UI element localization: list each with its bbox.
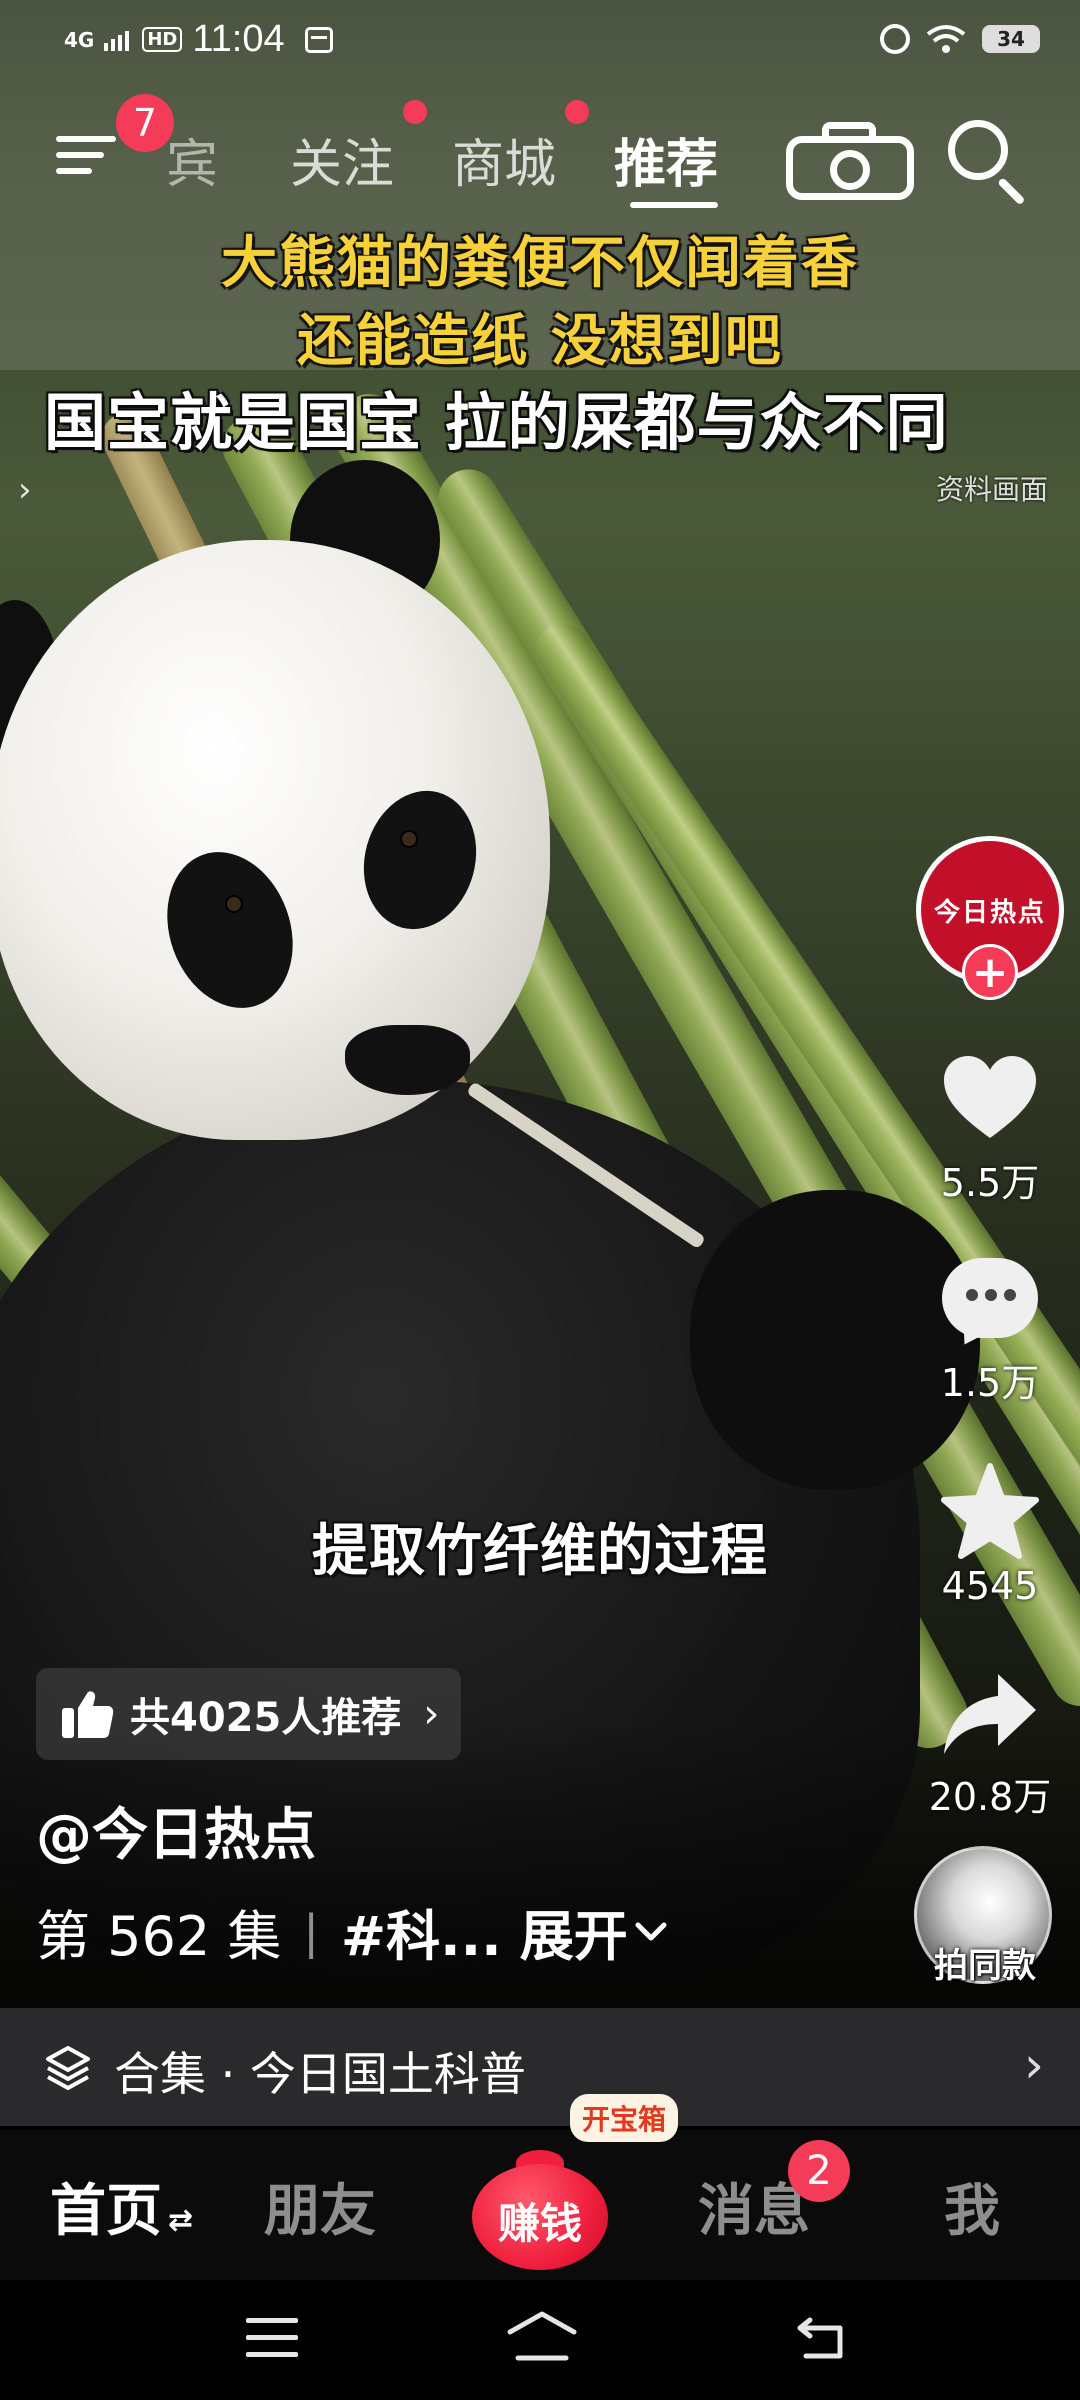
tab-partial[interactable]: 宾 xyxy=(166,122,218,197)
tab-home[interactable]: 首页 ⇄ xyxy=(50,2166,193,2247)
clock: 11:04 xyxy=(192,18,285,60)
tab-recommend[interactable]: 推荐 xyxy=(614,122,718,197)
share-count: 20.8万 xyxy=(928,1775,1052,1819)
tab-home-label: 首页 xyxy=(50,2179,162,2244)
system-navigation-bar xyxy=(0,2280,1080,2400)
camera-button[interactable] xyxy=(786,122,914,200)
favorite-count: 4545 xyxy=(941,1564,1039,1608)
panda-eye xyxy=(225,895,243,913)
chevron-down-icon[interactable] xyxy=(634,1921,668,1943)
menu-icon-line xyxy=(56,152,104,158)
active-tab-indicator xyxy=(630,202,718,208)
recommend-pill[interactable]: 共4025人推荐 › xyxy=(36,1668,462,1760)
heart-icon xyxy=(944,1056,1036,1138)
caption-line-2: 还能造纸 没想到吧 xyxy=(297,309,783,374)
comment-button[interactable]: 1.5万 xyxy=(900,1258,1080,1407)
back-icon[interactable] xyxy=(796,2314,852,2360)
top-navigation: 7 宾 关注 商城 推荐 xyxy=(0,94,1080,220)
author-name[interactable]: @今日热点 xyxy=(36,1790,316,1871)
recent-apps-icon-line xyxy=(246,2352,298,2357)
share-button[interactable]: 20.8万 xyxy=(900,1664,1080,1821)
avatar-text: 今日热点 xyxy=(933,897,1046,928)
recent-apps-icon xyxy=(246,2318,298,2323)
follow-button[interactable]: + xyxy=(962,944,1018,1000)
side-chevron-icon[interactable]: › xyxy=(18,470,32,510)
earn-label: 赚钱 xyxy=(497,2199,582,2248)
signal-icon xyxy=(104,30,130,51)
recent-apps-icon-line xyxy=(246,2335,298,2340)
panda-nose xyxy=(345,1025,470,1095)
messages-badge: 2 xyxy=(788,2140,850,2202)
menu-icon-line xyxy=(56,168,92,174)
comment-count: 1.5万 xyxy=(940,1361,1040,1405)
video-headline: 国宝就是国宝 拉的屎都与众不同 xyxy=(44,386,949,459)
collection-bar[interactable]: 合集 · 今日国土科普 › xyxy=(0,2008,1080,2126)
bottom-tab-bar: 首页 ⇄ 朋友 赚钱 开宝箱 消息 2 我 xyxy=(0,2094,1080,2280)
episode-number: 第 562 集 xyxy=(36,1905,282,1968)
menu-button[interactable] xyxy=(56,126,120,182)
caption-line-1: 大熊猫的粪便不仅闻着香 xyxy=(221,231,859,296)
status-bar: 4G HD 11:04 34 xyxy=(0,0,1080,88)
video-watermark: 资料画面 xyxy=(935,473,1048,506)
mall-dot-badge xyxy=(565,100,589,124)
hashtag[interactable]: #科... xyxy=(341,1892,502,1971)
battery-indicator: 34 xyxy=(982,25,1040,53)
comment-icon xyxy=(942,1258,1038,1352)
earn-button[interactable]: 赚钱 xyxy=(472,2150,608,2270)
hd-badge: HD xyxy=(142,27,183,52)
panda-eye xyxy=(400,830,418,848)
chevron-right-icon: › xyxy=(1024,2036,1044,2094)
recommend-text: 共4025人推荐 xyxy=(130,1695,402,1741)
expand-button[interactable]: 展开 xyxy=(520,1892,628,1971)
divider: | xyxy=(303,1904,319,1959)
favorite-button[interactable]: 4545 xyxy=(900,1462,1080,1608)
alarm-icon xyxy=(880,24,910,54)
tab-following[interactable]: 关注 xyxy=(290,122,394,197)
share-icon xyxy=(944,1674,1036,1754)
tab-friends[interactable]: 朋友 xyxy=(264,2166,376,2247)
menu-icon xyxy=(56,136,116,142)
home-icon[interactable] xyxy=(506,2310,578,2362)
star-icon xyxy=(941,1463,1039,1559)
following-dot-badge xyxy=(403,100,427,124)
camera-icon-lens xyxy=(830,150,870,190)
treasure-chest-bubble[interactable]: 开宝箱 xyxy=(570,2094,679,2142)
switch-icon: ⇄ xyxy=(168,2203,194,2238)
wifi-icon xyxy=(926,25,966,53)
search-button[interactable] xyxy=(946,118,1032,206)
calendar-icon xyxy=(304,26,333,53)
same-style-label[interactable]: 拍同款 xyxy=(900,1938,1070,1987)
chevron-right-icon: › xyxy=(423,1691,440,1737)
collection-label: 合集 · 今日国土科普 xyxy=(114,2047,526,2101)
like-button[interactable]: 5.5万 xyxy=(900,1050,1080,1207)
post-description: 第 562 集 | #科... 展开 xyxy=(36,1892,668,1971)
author-avatar-group: 今日热点 + xyxy=(916,836,1066,1001)
tab-mall[interactable]: 商城 xyxy=(452,122,556,197)
like-count: 5.5万 xyxy=(940,1161,1040,1205)
search-icon xyxy=(948,120,1008,180)
network-type: 4G xyxy=(64,27,95,52)
search-icon-handle xyxy=(997,177,1026,206)
layers-icon xyxy=(46,2046,90,2090)
tab-me[interactable]: 我 xyxy=(944,2166,1000,2247)
thumbs-up-icon xyxy=(62,1691,114,1738)
comment-dots xyxy=(966,1289,1016,1301)
recent-apps-button[interactable] xyxy=(246,2318,298,2358)
